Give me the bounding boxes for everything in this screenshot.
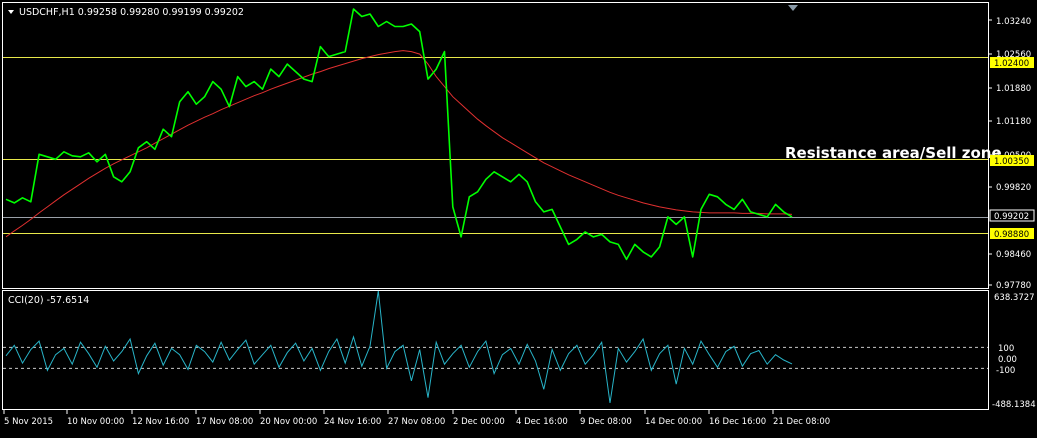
price-tick-label: 0.98460 <box>996 250 1031 260</box>
level-tag-0.99202: 0.99202 <box>989 209 1035 222</box>
cci-tick-label: 100 <box>998 344 1014 354</box>
chart-window[interactable]: USDCHF,H1 0.99258 0.99280 0.99199 0.9920… <box>0 0 1037 434</box>
symbol-info: USDCHF,H1 0.99258 0.99280 0.99199 0.9920… <box>19 7 244 18</box>
level-tag-1.02400: 1.02400 <box>990 57 1034 69</box>
level-tag-label: 1.02400 <box>994 59 1029 69</box>
time-tick-label: 20 Nov 00:00 <box>260 417 317 427</box>
cci-axis: 638.3727 100 0.00 -100 -488.1384 <box>992 293 1036 410</box>
level-tag-label: 1.00350 <box>994 157 1029 167</box>
cci-tick-label: -488.1384 <box>992 400 1036 410</box>
time-tick-label: 5 Nov 2015 <box>4 417 53 427</box>
time-tick-label: 9 Dec 08:00 <box>580 417 632 427</box>
time-tick-label: 27 Nov 08:00 <box>388 417 445 427</box>
time-tick-label: 10 Nov 00:00 <box>67 417 124 427</box>
price-tick-label: 1.01180 <box>996 117 1031 127</box>
level-tag-label: 0.99202 <box>994 212 1029 222</box>
cci-tick-label: 638.3727 <box>994 293 1035 303</box>
cci-tick-label: -100 <box>996 366 1015 376</box>
time-tick-label: 4 Dec 16:00 <box>516 417 568 427</box>
time-tick-label: 16 Dec 16:00 <box>709 417 766 427</box>
time-axis: 5 Nov 2015 10 Nov 00:00 12 Nov 16:00 17 … <box>3 410 830 427</box>
chart-canvas[interactable]: USDCHF,H1 0.99258 0.99280 0.99199 0.9920… <box>0 0 1037 434</box>
level-tag-0.98880: 0.98880 <box>990 228 1034 240</box>
price-tick-label: 0.97780 <box>996 281 1031 291</box>
level-tag-label: 0.98880 <box>994 230 1029 240</box>
cci-label: CCI(20) -57.6514 <box>8 295 89 306</box>
price-tick-label: 1.01880 <box>996 84 1031 94</box>
resistance-annotation: Resistance area/Sell zone <box>785 144 1002 162</box>
price-tick-label: 0.99820 <box>996 183 1031 193</box>
time-tick-label: 14 Dec 00:00 <box>645 417 702 427</box>
price-tick-label: 1.03240 <box>996 17 1031 27</box>
time-tick-label: 12 Nov 16:00 <box>132 417 189 427</box>
level-tag-1.00350: 1.00350 <box>990 155 1034 167</box>
time-tick-label: 17 Nov 08:00 <box>196 417 253 427</box>
time-tick-label: 2 Dec 00:00 <box>453 417 505 427</box>
time-tick-label: 24 Nov 16:00 <box>324 417 381 427</box>
time-tick-label: 21 Dec 08:00 <box>773 417 830 427</box>
cci-tick-label: 0.00 <box>998 355 1017 365</box>
